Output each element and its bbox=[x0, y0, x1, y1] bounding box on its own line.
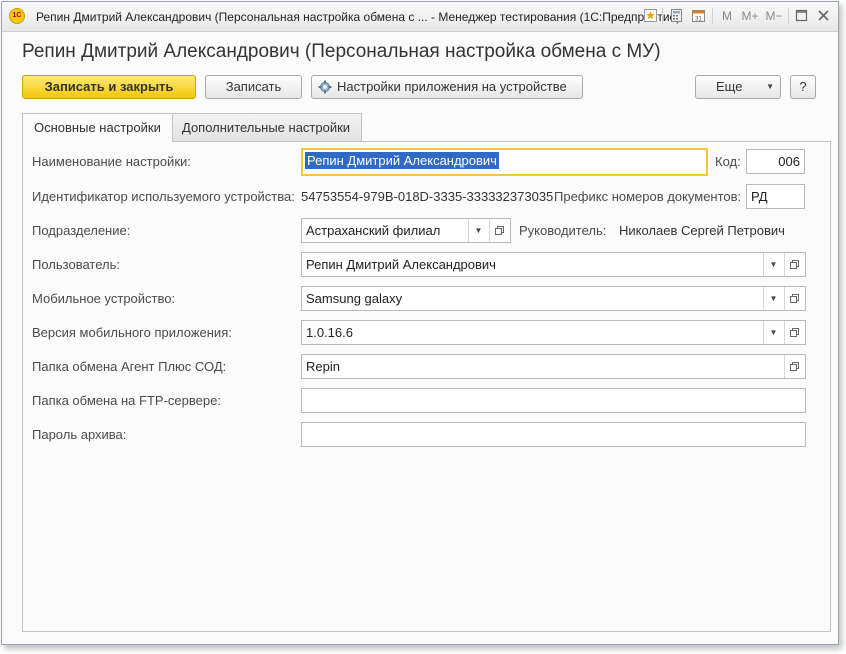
open-form-icon bbox=[790, 260, 799, 269]
title-bar: 1С Репин Дмитрий Александрович (Персонал… bbox=[2, 2, 838, 32]
mobile-device-value: Samsung galaxy bbox=[306, 291, 403, 306]
close-icon[interactable] bbox=[817, 9, 830, 22]
open-form-icon bbox=[790, 294, 799, 303]
open-user-button[interactable] bbox=[784, 253, 805, 276]
mobile-device-label: Мобильное устройство: bbox=[32, 291, 176, 306]
calendar-icon[interactable]: 31 bbox=[692, 9, 705, 22]
manager-label: Руководитель: bbox=[519, 223, 607, 238]
settings-gear-icon bbox=[318, 80, 332, 94]
app-version-value: 1.0.16.6 bbox=[306, 325, 353, 340]
division-value: Астраханский филиал bbox=[306, 223, 441, 238]
device-app-settings-label: Настройки приложения на устройстве bbox=[337, 79, 567, 94]
app-version-label: Версия мобильного приложения: bbox=[32, 325, 232, 340]
page-title: Репин Дмитрий Александрович (Персональна… bbox=[22, 41, 661, 62]
1c-logo-icon: 1С bbox=[9, 8, 25, 24]
doc-prefix-label: Префикс номеров документов: bbox=[554, 189, 742, 204]
title-separator bbox=[712, 8, 713, 24]
save-button[interactable]: Записать bbox=[205, 75, 302, 99]
archive-password-label: Пароль архива: bbox=[32, 427, 127, 442]
exchange-folder-input[interactable]: Repin bbox=[301, 354, 806, 379]
setting-name-value: Репин Дмитрий Александрович bbox=[305, 152, 499, 169]
ftp-folder-label: Папка обмена на FTP-сервере: bbox=[32, 393, 221, 408]
division-label: Подразделение: bbox=[32, 223, 131, 238]
title-separator bbox=[662, 8, 663, 24]
open-form-icon bbox=[790, 362, 799, 371]
device-id-value: 54753554-979B-018D-3335-333332373035 bbox=[301, 189, 554, 204]
memory-minus-button[interactable]: M− bbox=[764, 7, 784, 25]
more-label: Еще bbox=[716, 79, 743, 94]
doc-prefix-input[interactable]: РД bbox=[746, 184, 805, 209]
user-select[interactable]: Репин Дмитрий Александрович ▼ bbox=[301, 252, 806, 277]
open-exchange-folder-button[interactable] bbox=[784, 355, 805, 378]
maximize-icon[interactable] bbox=[795, 9, 808, 22]
manager-value: Николаев Сергей Петрович bbox=[619, 223, 785, 238]
archive-password-input[interactable] bbox=[301, 422, 806, 447]
ftp-folder-input[interactable] bbox=[301, 388, 806, 413]
chevron-down-icon[interactable]: ▼ bbox=[763, 287, 783, 310]
open-form-icon bbox=[495, 226, 504, 235]
help-button[interactable]: ? bbox=[790, 75, 816, 99]
setting-name-input[interactable]: Репин Дмитрий Александрович bbox=[301, 148, 708, 176]
device-id-label: Идентификатор используемого устройства: bbox=[32, 189, 295, 204]
open-mobile-device-button[interactable] bbox=[784, 287, 805, 310]
open-app-version-button[interactable] bbox=[784, 321, 805, 344]
device-app-settings-button[interactable]: Настройки приложения на устройстве bbox=[311, 75, 583, 99]
tab-additional-settings[interactable]: Дополнительные настройки bbox=[170, 113, 363, 141]
user-label: Пользователь: bbox=[32, 257, 120, 272]
favorites-icon[interactable] bbox=[644, 9, 657, 22]
user-value: Репин Дмитрий Александрович bbox=[306, 257, 496, 272]
calculator-icon[interactable] bbox=[670, 9, 683, 22]
code-input[interactable]: 006 bbox=[746, 149, 805, 174]
chevron-down-icon: ▼ bbox=[766, 82, 774, 91]
main-settings-panel bbox=[22, 141, 831, 632]
setting-name-label: Наименование настройки: bbox=[32, 154, 191, 169]
division-select[interactable]: Астраханский филиал ▼ bbox=[301, 218, 511, 243]
memory-button[interactable]: M bbox=[720, 7, 734, 25]
open-form-icon bbox=[790, 328, 799, 337]
chevron-down-icon[interactable]: ▼ bbox=[468, 219, 488, 242]
chevron-down-icon[interactable]: ▼ bbox=[763, 321, 783, 344]
open-division-button[interactable] bbox=[489, 219, 510, 242]
window-title: Репин Дмитрий Александрович (Персональна… bbox=[36, 10, 681, 24]
exchange-folder-value: Repin bbox=[306, 359, 340, 374]
code-label: Код: bbox=[715, 154, 741, 169]
app-version-select[interactable]: 1.0.16.6 ▼ bbox=[301, 320, 806, 345]
chevron-down-icon[interactable]: ▼ bbox=[763, 253, 783, 276]
title-separator bbox=[788, 8, 789, 24]
exchange-folder-label: Папка обмена Агент Плюс СОД: bbox=[32, 359, 227, 374]
memory-plus-button[interactable]: M+ bbox=[740, 7, 760, 25]
save-and-close-button[interactable]: Записать и закрыть bbox=[22, 75, 196, 99]
tab-main-settings[interactable]: Основные настройки bbox=[22, 113, 173, 142]
more-button[interactable]: Еще ▼ bbox=[695, 75, 781, 99]
svg-text:31: 31 bbox=[695, 17, 702, 23]
app-window: 1С Репин Дмитрий Александрович (Персонал… bbox=[1, 1, 839, 645]
mobile-device-select[interactable]: Samsung galaxy ▼ bbox=[301, 286, 806, 311]
